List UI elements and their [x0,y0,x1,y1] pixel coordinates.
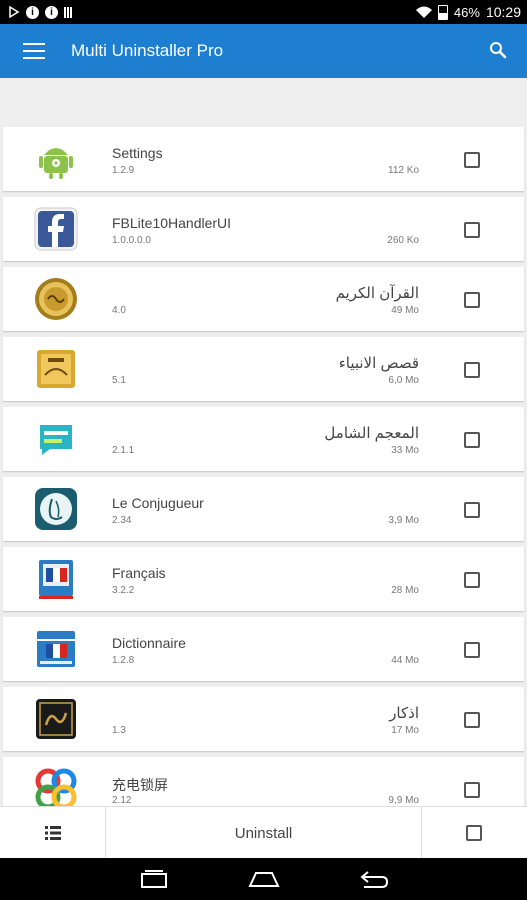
info-icon: i [26,5,39,19]
dictionnaire-icon [34,627,78,671]
list-item[interactable]: FBLite10HandlerUI 1.0.0.0.0 260 Ko [3,197,524,261]
uninstall-button[interactable]: Uninstall [106,807,421,859]
back-icon[interactable] [354,865,394,893]
list-item[interactable]: Français 3.2.2 28 Mo [3,547,524,611]
go-locker-icon [34,767,78,806]
app-name: FBLite10HandlerUI [112,215,232,231]
app-name: Français [112,565,166,581]
app-title: Multi Uninstaller Pro [71,41,224,60]
barcode-icon [64,6,72,18]
list-view-button[interactable] [0,807,106,859]
clock: 10:29 [485,4,521,20]
app-version: 2.1.1 [112,445,135,456]
app-version: 3.2.2 [112,585,135,596]
app-version: 1.0.0.0.0 [112,235,151,246]
android-settings-icon [34,137,78,181]
app-size: 17 Mo [391,725,419,736]
select-checkbox[interactable] [464,432,480,448]
battery-icon [437,4,448,20]
menu-icon[interactable] [23,43,45,59]
dictionary-icon [34,417,78,461]
select-checkbox[interactable] [464,152,480,168]
app-bar: Multi Uninstaller Pro [0,24,527,78]
select-checkbox[interactable] [464,712,480,728]
list-icon [44,826,61,840]
app-version: 1.2.8 [112,655,135,666]
app-version: 2.12 [112,795,132,806]
app-version: 5.1 [112,375,126,386]
select-checkbox[interactable] [464,782,480,798]
bottom-action-bar: Uninstall [0,806,527,859]
list-item[interactable]: المعجم الشامل 2.1.1 33 Mo [3,407,524,471]
app-size: 6,0 Mo [388,375,419,386]
list-item[interactable]: Le Conjugueur 2.34 3,9 Mo [3,477,524,541]
select-checkbox[interactable] [464,502,480,518]
app-version: 1.2.9 [112,165,135,176]
play-store-icon [8,6,20,18]
app-size: 33 Mo [391,445,419,456]
status-bar: i i 46% 10:29 [0,0,527,24]
facebook-icon [34,207,78,251]
select-all-checkbox[interactable] [466,825,482,841]
app-name: اذكار [389,705,419,722]
app-name: قصص الانبياء [338,355,419,372]
quran-icon [34,277,78,321]
app-size: 49 Mo [391,305,419,316]
status-system: 46% 10:29 [415,4,527,20]
info-icon: i [45,5,58,19]
conjugueur-icon [34,487,78,531]
select-checkbox[interactable] [464,362,480,378]
app-name: Dictionnaire [112,635,186,651]
app-size: 28 Mo [391,585,419,596]
navigation-bar [0,858,527,900]
app-size: 112 Ko [388,165,419,176]
prophets-stories-icon [34,347,78,391]
list-item[interactable]: اذكار 1.3 17 Mo [3,687,524,751]
app-list: Settings 1.2.9 112 Ko FBLite10HandlerUI … [0,123,527,806]
select-checkbox[interactable] [464,222,480,238]
select-checkbox[interactable] [464,572,480,588]
search-icon[interactable] [489,41,507,59]
app-name: Settings [112,145,163,161]
list-item[interactable]: 充电锁屏 2.12 9,9 Mo [3,757,524,806]
adhkar-icon [34,697,78,741]
french-book-icon [34,557,78,601]
app-version: 2.34 [112,515,132,526]
wifi-icon [415,6,432,18]
select-checkbox[interactable] [464,292,480,308]
list-item[interactable]: القرآن الكريم 4.0 49 Mo [3,267,524,331]
recent-apps-icon[interactable] [134,865,174,893]
app-version: 1.3 [112,725,126,736]
status-notifications: i i [0,5,72,19]
select-checkbox[interactable] [464,642,480,658]
app-name: 充电锁屏 [112,777,168,793]
app-size: 260 Ko [387,235,419,246]
list-item[interactable]: Dictionnaire 1.2.8 44 Mo [3,617,524,681]
list-item[interactable]: Settings 1.2.9 112 Ko [3,127,524,191]
app-name: Le Conjugueur [112,495,204,511]
app-size: 44 Mo [391,655,419,666]
app-size: 3,9 Mo [388,515,419,526]
app-name: القرآن الكريم [335,285,419,302]
home-icon[interactable] [244,865,284,893]
battery-percent: 46% [453,4,480,20]
app-name: المعجم الشامل [324,425,419,442]
app-version: 4.0 [112,305,126,316]
list-item[interactable]: قصص الانبياء 5.1 6,0 Mo [3,337,524,401]
app-size: 9,9 Mo [388,795,419,806]
select-all-area [421,807,527,859]
